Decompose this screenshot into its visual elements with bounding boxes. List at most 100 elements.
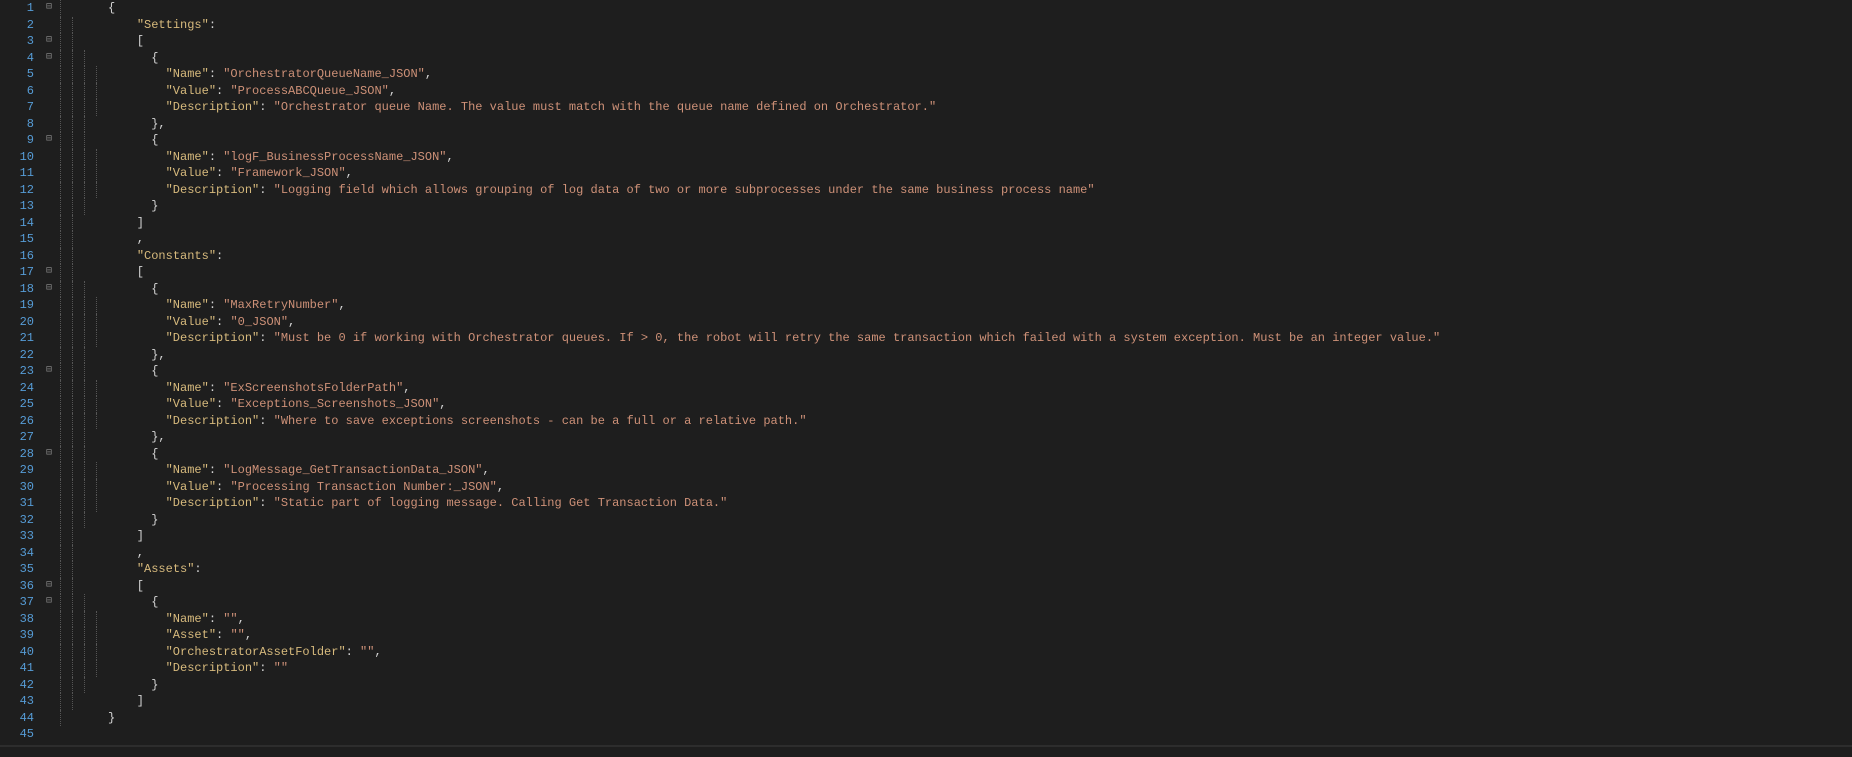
line-number[interactable]: 8 <box>0 116 34 133</box>
line-number[interactable]: 44 <box>0 710 34 727</box>
line-number[interactable]: 4 <box>0 50 34 67</box>
code-line[interactable]: "Name": "LogMessage_GetTransactionData_J… <box>108 462 1852 479</box>
code-line[interactable]: [ <box>108 264 1852 281</box>
code-line[interactable]: "Assets": <box>108 561 1852 578</box>
line-number[interactable]: 18 <box>0 281 34 298</box>
code-line[interactable]: "Value": "ProcessABCQueue_JSON", <box>108 83 1852 100</box>
line-number[interactable]: 25 <box>0 396 34 413</box>
code-line[interactable]: "Value": "0_JSON", <box>108 314 1852 331</box>
fold-toggle-icon[interactable]: ⊟ <box>40 281 58 298</box>
line-number[interactable]: 45 <box>0 726 34 743</box>
code-line[interactable]: ] <box>108 528 1852 545</box>
line-number[interactable]: 21 <box>0 330 34 347</box>
code-line[interactable]: "Description": "Must be 0 if working wit… <box>108 330 1852 347</box>
code-line[interactable]: "Description": "Where to save exceptions… <box>108 413 1852 430</box>
code-line[interactable]: { <box>108 50 1852 67</box>
code-line[interactable]: "Settings": <box>108 17 1852 34</box>
code-line[interactable]: [ <box>108 33 1852 50</box>
code-line[interactable]: , <box>108 545 1852 562</box>
code-line[interactable]: "Name": "logF_BusinessProcessName_JSON", <box>108 149 1852 166</box>
code-line[interactable]: } <box>108 710 1852 727</box>
line-number[interactable]: 39 <box>0 627 34 644</box>
line-number[interactable]: 28 <box>0 446 34 463</box>
code-line[interactable]: } <box>108 198 1852 215</box>
line-number[interactable]: 42 <box>0 677 34 694</box>
fold-toggle-icon[interactable]: ⊟ <box>40 363 58 380</box>
line-number[interactable]: 43 <box>0 693 34 710</box>
code-line[interactable]: ] <box>108 693 1852 710</box>
code-line[interactable]: }, <box>108 347 1852 364</box>
line-number[interactable]: 11 <box>0 165 34 182</box>
line-number[interactable]: 22 <box>0 347 34 364</box>
line-number[interactable]: 30 <box>0 479 34 496</box>
code-editor[interactable]: 1234567891011121314151617181920212223242… <box>0 0 1852 743</box>
code-line[interactable]: "Description": "Static part of logging m… <box>108 495 1852 512</box>
line-number[interactable]: 29 <box>0 462 34 479</box>
line-number[interactable]: 32 <box>0 512 34 529</box>
line-number[interactable]: 15 <box>0 231 34 248</box>
line-number[interactable]: 26 <box>0 413 34 430</box>
code-line[interactable]: "Name": "ExScreenshotsFolderPath", <box>108 380 1852 397</box>
line-number[interactable]: 27 <box>0 429 34 446</box>
code-line[interactable]: "Description": "" <box>108 660 1852 677</box>
line-number[interactable]: 9 <box>0 132 34 149</box>
code-line[interactable]: "Asset": "", <box>108 627 1852 644</box>
line-number[interactable]: 40 <box>0 644 34 661</box>
fold-toggle-icon[interactable]: ⊟ <box>40 132 58 149</box>
code-line[interactable]: ] <box>108 215 1852 232</box>
code-line[interactable]: { <box>108 594 1852 611</box>
code-line[interactable] <box>108 726 1852 743</box>
code-line[interactable]: "Description": "Orchestrator queue Name.… <box>108 99 1852 116</box>
line-number[interactable]: 34 <box>0 545 34 562</box>
line-number[interactable]: 10 <box>0 149 34 166</box>
code-line[interactable]: "Name": "OrchestratorQueueName_JSON", <box>108 66 1852 83</box>
line-number[interactable]: 41 <box>0 660 34 677</box>
code-line[interactable]: "OrchestratorAssetFolder": "", <box>108 644 1852 661</box>
code-line[interactable]: }, <box>108 116 1852 133</box>
code-line[interactable]: [ <box>108 578 1852 595</box>
line-number[interactable]: 6 <box>0 83 34 100</box>
line-number[interactable]: 16 <box>0 248 34 265</box>
line-number[interactable]: 13 <box>0 198 34 215</box>
line-number[interactable]: 12 <box>0 182 34 199</box>
code-line[interactable]: { <box>108 363 1852 380</box>
code-area[interactable]: { "Settings": [ { "Name": "OrchestratorQ… <box>106 0 1852 743</box>
fold-column[interactable]: ⊟⊟⊟⊟⊟⊟⊟⊟⊟⊟ <box>40 0 58 743</box>
line-number[interactable]: 19 <box>0 297 34 314</box>
line-number[interactable]: 31 <box>0 495 34 512</box>
code-line[interactable]: }, <box>108 429 1852 446</box>
line-number[interactable]: 24 <box>0 380 34 397</box>
line-number[interactable]: 2 <box>0 17 34 34</box>
line-number[interactable]: 7 <box>0 99 34 116</box>
line-number[interactable]: 33 <box>0 528 34 545</box>
fold-toggle-icon[interactable]: ⊟ <box>40 594 58 611</box>
code-line[interactable]: "Name": "MaxRetryNumber", <box>108 297 1852 314</box>
line-number[interactable]: 37 <box>0 594 34 611</box>
code-line[interactable]: { <box>108 281 1852 298</box>
line-number[interactable]: 35 <box>0 561 34 578</box>
code-line[interactable]: { <box>108 446 1852 463</box>
code-line[interactable]: "Constants": <box>108 248 1852 265</box>
fold-toggle-icon[interactable]: ⊟ <box>40 446 58 463</box>
line-number[interactable]: 1 <box>0 0 34 17</box>
fold-toggle-icon[interactable]: ⊟ <box>40 0 58 17</box>
code-line[interactable]: "Description": "Logging field which allo… <box>108 182 1852 199</box>
line-number[interactable]: 5 <box>0 66 34 83</box>
line-number[interactable]: 17 <box>0 264 34 281</box>
fold-toggle-icon[interactable]: ⊟ <box>40 33 58 50</box>
line-number[interactable]: 23 <box>0 363 34 380</box>
code-line[interactable]: "Name": "", <box>108 611 1852 628</box>
code-line[interactable]: { <box>108 132 1852 149</box>
line-number[interactable]: 20 <box>0 314 34 331</box>
code-line[interactable]: "Value": "Framework_JSON", <box>108 165 1852 182</box>
code-line[interactable]: "Value": "Processing Transaction Number:… <box>108 479 1852 496</box>
code-line[interactable]: , <box>108 231 1852 248</box>
line-number[interactable]: 14 <box>0 215 34 232</box>
fold-toggle-icon[interactable]: ⊟ <box>40 50 58 67</box>
line-number-gutter[interactable]: 1234567891011121314151617181920212223242… <box>0 0 40 743</box>
line-number[interactable]: 36 <box>0 578 34 595</box>
code-line[interactable]: { <box>108 0 1852 17</box>
line-number[interactable]: 3 <box>0 33 34 50</box>
line-number[interactable]: 38 <box>0 611 34 628</box>
code-line[interactable]: "Value": "Exceptions_Screenshots_JSON", <box>108 396 1852 413</box>
